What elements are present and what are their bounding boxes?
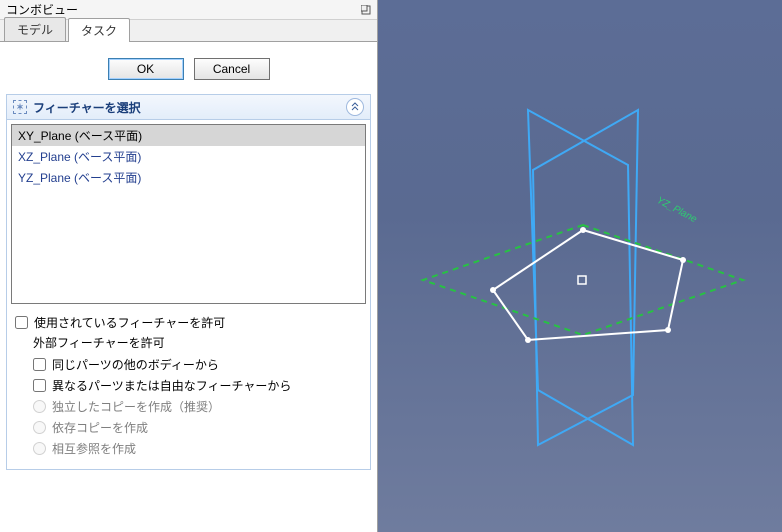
cancel-button[interactable]: Cancel	[194, 58, 270, 80]
radio-label: 独立したコピーを作成（推奨）	[52, 398, 220, 415]
sketch-vertex	[665, 327, 671, 333]
select-feature-section: ✶ フィーチャーを選択 XY_Plane (ベース平面) XZ_Plane (ベ…	[6, 94, 371, 470]
independent-copy-row: 独立したコピーを作成（推奨）	[15, 396, 362, 417]
independent-copy-radio	[33, 400, 46, 413]
from-other-bodies-checkbox[interactable]	[33, 358, 46, 371]
tab-label: タスク	[81, 24, 117, 38]
radio-label: 相互参照を作成	[52, 440, 136, 457]
tab-model[interactable]: モデル	[4, 17, 66, 41]
section-icon: ✶	[13, 100, 27, 114]
feature-listbox[interactable]: XY_Plane (ベース平面) XZ_Plane (ベース平面) YZ_Pla…	[11, 124, 366, 304]
from-other-parts-row: 異なるパーツまたは自由なフィーチャーから	[15, 375, 362, 396]
dialog-button-row: OK Cancel	[6, 48, 371, 94]
sketch-pentagon	[493, 230, 683, 340]
options-group: 使用されているフィーチャーを許可 外部フィーチャーを許可 同じパーツの他のボディ…	[7, 308, 370, 469]
collapse-button[interactable]	[346, 98, 364, 116]
section-title: フィーチャーを選択	[33, 99, 141, 116]
checkbox-label: 使用されているフィーチャーを許可	[34, 314, 225, 331]
combo-view-panel: コンボビュー モデル タスク OK Cancel ✶ フィーチャーを選択	[0, 0, 378, 532]
sketch-vertex	[525, 337, 531, 343]
section-header[interactable]: ✶ フィーチャーを選択	[7, 95, 370, 120]
cross-reference-radio	[33, 442, 46, 455]
from-other-parts-checkbox[interactable]	[33, 379, 46, 392]
xz-plane-outline	[528, 110, 633, 445]
tab-label: モデル	[17, 23, 53, 37]
list-item[interactable]: YZ_Plane (ベース平面)	[12, 167, 365, 188]
undock-icon[interactable]	[359, 3, 373, 17]
task-body: OK Cancel ✶ フィーチャーを選択 XY_Plane (ベース平面) X…	[0, 42, 377, 532]
allow-used-features-checkbox[interactable]	[15, 316, 28, 329]
sketch-vertex	[680, 257, 686, 263]
ok-button[interactable]: OK	[108, 58, 184, 80]
xy-plane-outline	[423, 225, 743, 335]
dependent-copy-radio	[33, 421, 46, 434]
checkbox-label: 異なるパーツまたは自由なフィーチャーから	[52, 377, 291, 394]
origin-marker	[578, 276, 586, 284]
checkbox-label: 同じパーツの他のボディーから	[52, 356, 219, 373]
tab-strip: モデル タスク	[0, 20, 377, 42]
sketch-vertex	[580, 227, 586, 233]
tab-task[interactable]: タスク	[68, 18, 130, 42]
3d-viewport[interactable]: YZ_Plane	[378, 0, 782, 532]
panel-title: コンボビュー	[6, 1, 78, 18]
dependent-copy-row: 依存コピーを作成	[15, 417, 362, 438]
from-other-bodies-row: 同じパーツの他のボディーから	[15, 354, 362, 375]
allow-used-features-row: 使用されているフィーチャーを許可	[15, 312, 362, 333]
cross-reference-row: 相互参照を作成	[15, 438, 362, 459]
sketch-vertex	[490, 287, 496, 293]
list-item[interactable]: XZ_Plane (ベース平面)	[12, 146, 365, 167]
plane-label: YZ_Plane	[655, 195, 699, 226]
list-item[interactable]: XY_Plane (ベース平面)	[12, 125, 365, 146]
allow-external-label: 外部フィーチャーを許可	[15, 333, 362, 354]
radio-label: 依存コピーを作成	[52, 419, 148, 436]
